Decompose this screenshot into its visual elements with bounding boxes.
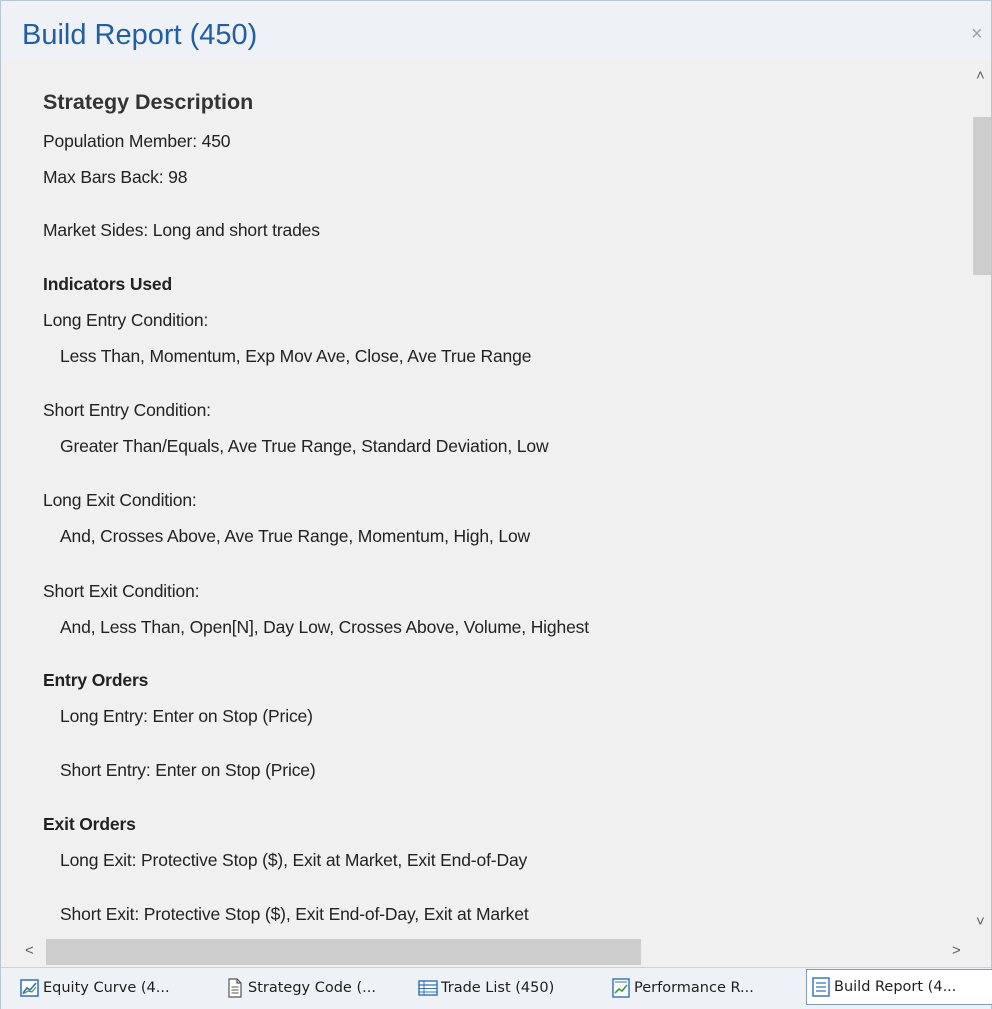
short-exit-order-text: Short Exit: Protective Stop ($), Exit En… xyxy=(60,904,529,924)
horizontal-scrollbar-thumb[interactable] xyxy=(46,939,641,965)
tab-label: Equity Curve (4... xyxy=(43,980,170,996)
long-entry-condition-value: Less Than, Momentum, Exp Mov Ave, Close,… xyxy=(60,346,532,366)
population-member-text: Population Member: 450 xyxy=(43,131,231,151)
exit-orders-heading: Exit Orders xyxy=(43,814,136,834)
indicators-heading: Indicators Used xyxy=(43,274,173,294)
long-entry-order-text: Long Entry: Enter on Stop (Price) xyxy=(60,706,313,726)
long-entry-condition-label: Long Entry Condition: xyxy=(43,310,209,330)
max-bars-back-text: Max Bars Back: 98 xyxy=(43,167,188,187)
short-exit-condition-value: And, Less Than, Open[N], Day Low, Crosse… xyxy=(60,617,589,637)
panel-header: Build Report (450) × xyxy=(1,1,991,59)
tab-strategy-code[interactable]: Strategy Code (... xyxy=(225,971,376,1005)
report-heading: Strategy Description xyxy=(43,90,254,114)
entry-orders-heading: Entry Orders xyxy=(43,670,149,690)
tab-label: Performance R... xyxy=(634,980,754,996)
close-icon[interactable]: × xyxy=(971,23,983,46)
tab-equity-curve[interactable]: Equity Curve (4... xyxy=(20,971,170,1005)
tab-label: Build Report (4... xyxy=(834,979,957,995)
long-exit-condition-label: Long Exit Condition: xyxy=(43,490,197,510)
document-icon xyxy=(225,978,245,998)
short-entry-order-text: Short Entry: Enter on Stop (Price) xyxy=(60,760,316,780)
scroll-left-icon[interactable]: < xyxy=(25,942,34,959)
panel-title: Build Report (450) xyxy=(22,19,258,51)
tab-trade-list[interactable]: Trade List (450) xyxy=(418,971,554,1005)
tab-label: Strategy Code (... xyxy=(248,980,376,996)
market-sides-text: Market Sides: Long and short trades xyxy=(43,220,320,240)
report-chart-icon xyxy=(611,978,631,998)
short-exit-condition-label: Short Exit Condition: xyxy=(43,581,200,601)
tab-build-report[interactable]: Build Report (4... xyxy=(806,969,992,1005)
long-exit-order-text: Long Exit: Protective Stop ($), Exit at … xyxy=(60,850,528,870)
tab-label: Trade List (450) xyxy=(441,980,555,996)
report-content: Strategy Description Population Member: … xyxy=(19,59,972,937)
short-entry-condition-label: Short Entry Condition: xyxy=(43,400,211,420)
scroll-up-icon[interactable]: ˄ xyxy=(976,67,985,84)
chart-icon xyxy=(20,978,40,998)
tab-performance-report[interactable]: Performance R... xyxy=(611,971,754,1005)
build-report-panel: Build Report (450) × Strategy Descriptio… xyxy=(0,0,992,1009)
table-icon xyxy=(418,978,438,998)
short-entry-condition-value: Greater Than/Equals, Ave True Range, Sta… xyxy=(60,436,549,456)
scroll-right-icon[interactable]: > xyxy=(952,942,961,959)
vertical-scrollbar-thumb[interactable] xyxy=(973,117,991,275)
list-document-icon xyxy=(811,977,831,997)
scroll-down-icon[interactable]: ˅ xyxy=(976,913,985,930)
long-exit-condition-value: And, Crosses Above, Ave True Range, Mome… xyxy=(60,526,531,546)
